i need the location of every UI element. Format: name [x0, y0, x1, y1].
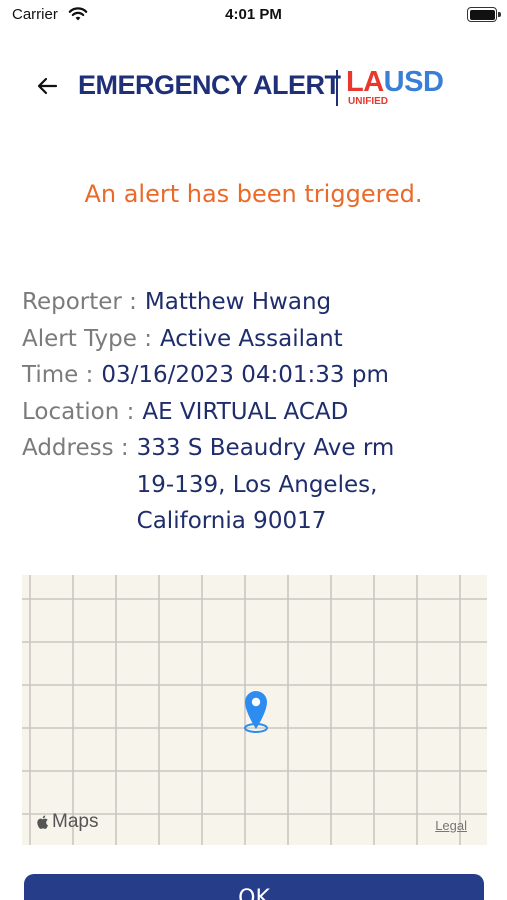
- reporter-label: Reporter :: [22, 289, 137, 315]
- address-row: Address : 333 S Beaudry Ave rm 19-139, L…: [22, 430, 492, 540]
- logo-usd: USD: [383, 66, 444, 98]
- alert-type-label: Alert Type :: [22, 325, 152, 352]
- location-value: AE VIRTUAL ACAD: [142, 398, 349, 425]
- time-row: Time : 03/16/2023 04:01:33 pm: [22, 357, 492, 394]
- map-view[interactable]: Maps Legal: [22, 575, 487, 845]
- header: EMERGENCY ALERT LAUSD UNIFIED: [0, 62, 507, 110]
- logo-sub: UNIFIED: [348, 96, 388, 107]
- reporter-row: Reporter : Matthew Hwang: [22, 284, 492, 321]
- address-label: Address :: [22, 435, 129, 461]
- status-bar: Carrier 4:01 PM: [0, 0, 507, 30]
- address-line: California 90017: [136, 508, 327, 534]
- map-pin-icon[interactable]: [238, 686, 274, 736]
- header-divider: [336, 70, 338, 106]
- time-value: 03/16/2023 04:01:33 pm: [101, 362, 389, 388]
- alert-type-value: Active Assailant: [159, 325, 343, 352]
- address-line: 19-139, Los Angeles,: [136, 471, 378, 498]
- alert-details: Reporter : Matthew Hwang Alert Type : Ac…: [22, 284, 492, 540]
- maps-attribution: Maps: [36, 811, 98, 833]
- alert-message: An alert has been triggered.: [84, 180, 423, 208]
- legal-link[interactable]: Legal: [435, 818, 467, 833]
- alert-type-row: Alert Type : Active Assailant: [22, 321, 492, 358]
- location-label: Location :: [22, 398, 135, 425]
- back-arrow-icon[interactable]: [34, 72, 62, 100]
- maps-brand-label: Maps: [52, 811, 99, 832]
- apple-icon: [37, 815, 48, 829]
- clock: 4:01 PM: [225, 6, 282, 23]
- location-row: Location : AE VIRTUAL ACAD: [22, 394, 492, 431]
- address-line: 333 S Beaudry Ave rm: [136, 435, 395, 461]
- time-label: Time :: [22, 362, 94, 388]
- lausd-logo: LAUSD UNIFIED: [346, 66, 466, 110]
- reporter-value: Matthew Hwang: [144, 289, 332, 315]
- battery-icon: [467, 7, 501, 22]
- address-value: 333 S Beaudry Ave rm 19-139, Los Angeles…: [129, 430, 395, 540]
- page-title: EMERGENCY ALERT: [78, 70, 341, 100]
- logo-la: LA: [346, 66, 384, 98]
- ok-button[interactable]: OK: [24, 874, 484, 900]
